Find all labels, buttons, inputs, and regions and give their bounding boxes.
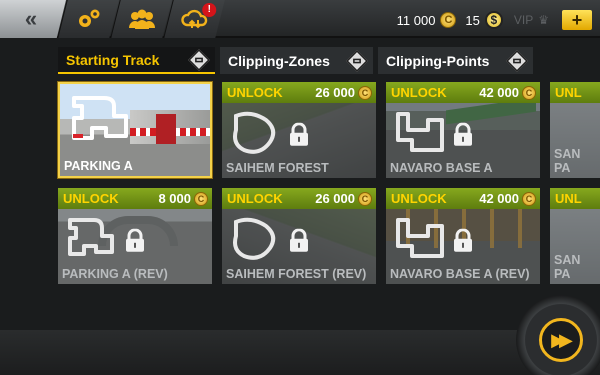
vip-label: VIP: [513, 13, 534, 27]
padlock-icon: [290, 122, 308, 146]
coin-icon: C: [194, 191, 208, 206]
track-name: PARKING A: [64, 159, 133, 173]
padlock-icon: [290, 228, 308, 252]
track-card-navaro-base-a-rev[interactable]: UNLOCK 42 000 C NAVARO BASE A (REV): [386, 188, 540, 284]
coin-icon: C: [358, 85, 372, 100]
coin-icon: C: [522, 191, 536, 206]
unlock-label: UNLOCK: [391, 191, 447, 206]
unlock-bar: UNL: [550, 188, 600, 209]
track-card-parking-a[interactable]: PARKING A: [58, 82, 212, 178]
settings-button[interactable]: [57, 0, 119, 38]
track-category-tabs: Starting Track Clipping-Zones Clipping-P…: [58, 47, 533, 74]
track-map-icon: [396, 112, 444, 152]
track-card-san-pa[interactable]: UNL SAN PA: [550, 82, 600, 178]
track-name: NAVARO BASE A: [390, 161, 493, 175]
unlock-price: 26 000 C: [315, 85, 372, 100]
track-map-icon: [233, 111, 276, 154]
tab-starting-track[interactable]: Starting Track: [58, 47, 215, 74]
unlock-bar: UNLOCK 8 000 C: [58, 188, 212, 209]
fast-forward-icon: ▶▶: [551, 329, 573, 350]
track-map-icon: [68, 218, 114, 256]
tab-label: Starting Track: [66, 51, 160, 68]
track-card-parking-a-rev[interactable]: UNLOCK 8 000 C PARKING A (REV): [58, 188, 212, 284]
track-card-navaro-base-a[interactable]: UNLOCK 42 000 C NAVARO BASE A: [386, 82, 540, 178]
gears-icon: [78, 9, 99, 27]
cloud-sync-button[interactable]: !: [163, 0, 225, 38]
unlock-bar: UNLOCK 42 000 C: [386, 188, 540, 209]
track-name: SAIHEM FOREST (REV): [226, 267, 367, 281]
crown-icon: ♛: [538, 13, 549, 27]
unlock-label: UNLOCK: [227, 191, 283, 206]
coin-balance: 11 000: [396, 12, 436, 28]
padlock-icon: [126, 228, 144, 252]
price-value: 26 000: [315, 85, 355, 100]
track-card-san-pa-rev[interactable]: UNL SAN PA: [550, 188, 600, 284]
tab-clipping-points[interactable]: Clipping-Points: [378, 47, 533, 74]
unlock-bar: UNLOCK 26 000 C: [222, 188, 376, 209]
track-name: SAN PA: [554, 253, 581, 281]
unlock-label: UNLOCK: [63, 191, 119, 206]
unlock-price: 42 000 C: [479, 85, 536, 100]
track-name: SAN PA: [554, 147, 581, 175]
double-chevron-left-icon: «: [24, 6, 37, 31]
coin-icon: C: [440, 12, 457, 28]
coin-icon: C: [522, 85, 536, 100]
price-value: 42 000: [479, 85, 519, 100]
padlock-icon: [454, 122, 472, 146]
track-map-icon: [233, 217, 276, 260]
back-button[interactable]: «: [0, 0, 66, 38]
price-value: 26 000: [315, 191, 355, 206]
notification-badge: !: [202, 3, 217, 17]
unlock-bar: UNL: [550, 82, 600, 103]
track-marker-icon: [187, 48, 211, 71]
bottom-bar: [0, 330, 600, 375]
point-marker-icon: [505, 49, 529, 72]
tab-clipping-zones[interactable]: Clipping-Zones: [220, 47, 373, 74]
track-map-icon: [72, 96, 128, 140]
padlock-icon: [454, 228, 472, 252]
price-value: 8 000: [158, 191, 191, 206]
unlock-price: 26 000 C: [315, 191, 372, 206]
continue-button[interactable]: ▶▶: [539, 318, 583, 362]
unlock-label: UNLOCK: [391, 85, 447, 100]
currency-panel: 11 000 C 15 $ VIP ♛ +: [397, 9, 592, 31]
buy-currency-button[interactable]: +: [562, 10, 592, 30]
top-bar: « ! 11 000 C 15 $ VIP ♛ +: [0, 0, 600, 38]
track-name: NAVARO BASE A (REV): [390, 267, 530, 281]
track-card-saihem-forest[interactable]: UNLOCK 26 000 C SAIHEM FOREST: [222, 82, 376, 178]
coin-icon: C: [358, 191, 372, 206]
price-value: 42 000: [479, 191, 519, 206]
track-name: SAIHEM FOREST: [226, 161, 329, 175]
tab-label: Clipping-Points: [386, 52, 490, 69]
team-button[interactable]: [110, 0, 172, 38]
cash-icon: $: [484, 11, 503, 29]
unlock-price: 42 000 C: [479, 191, 536, 206]
cash-balance: 15: [465, 12, 480, 28]
team-icon: [128, 9, 155, 29]
unlock-price: 8 000 C: [158, 191, 208, 206]
zone-marker-icon: [345, 49, 369, 72]
track-map-icon: [396, 218, 444, 258]
unlock-label: UNL: [555, 191, 582, 206]
track-card-saihem-forest-rev[interactable]: UNLOCK 26 000 C SAIHEM FOREST (REV): [222, 188, 376, 284]
unlock-label: UNLOCK: [227, 85, 283, 100]
unlock-label: UNL: [555, 85, 582, 100]
tab-label: Clipping-Zones: [228, 52, 330, 69]
unlock-bar: UNLOCK 26 000 C: [222, 82, 376, 103]
unlock-bar: UNLOCK 42 000 C: [386, 82, 540, 103]
track-name: PARKING A (REV): [62, 267, 168, 281]
